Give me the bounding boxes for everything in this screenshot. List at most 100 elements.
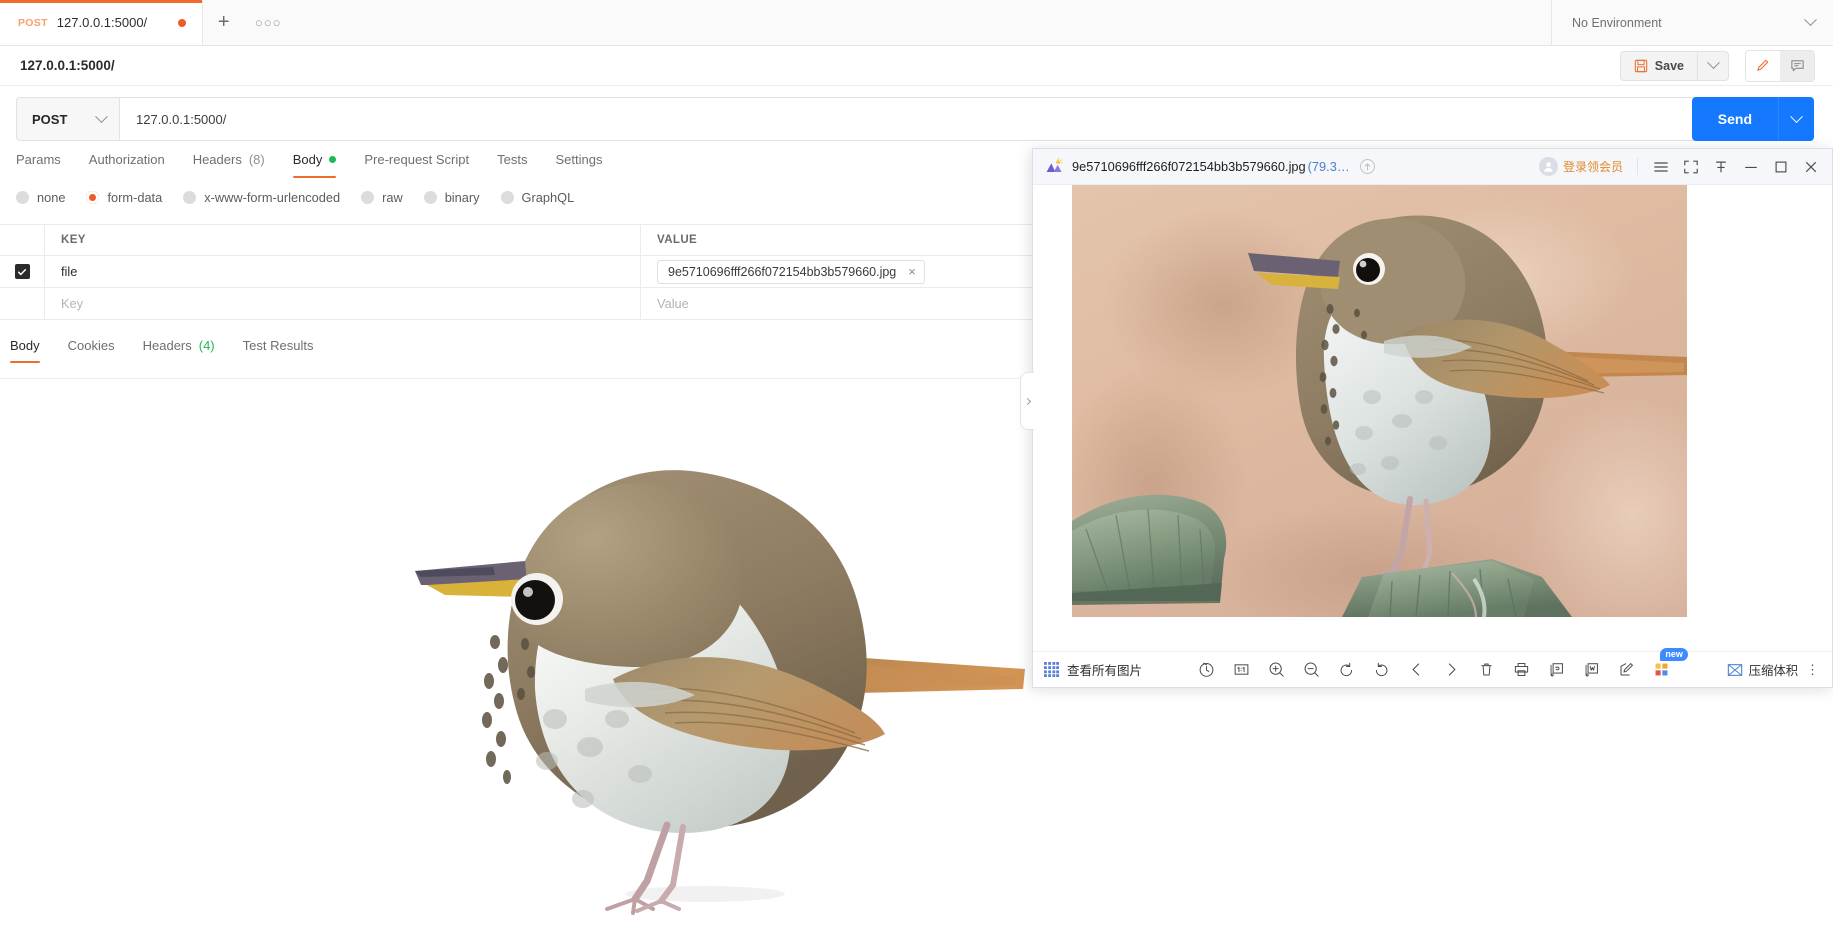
tab-tests[interactable]: Tests <box>483 152 541 178</box>
send-button[interactable]: Send <box>1691 97 1778 141</box>
maximize-icon <box>1775 161 1787 172</box>
panel-collapse-handle[interactable] <box>1020 372 1034 430</box>
new-badge: new <box>1660 647 1688 661</box>
next-image-button[interactable] <box>1439 657 1465 683</box>
viewer-filename: 9e5710696fff266f072154bb3b579660.jpg <box>1072 159 1306 174</box>
save-options-button[interactable] <box>1697 50 1729 81</box>
more-tools-button[interactable]: new <box>1649 647 1688 683</box>
row-key-cell-empty[interactable]: Key <box>45 288 641 319</box>
edit-mode-button[interactable] <box>1746 50 1780 81</box>
chevron-down-icon <box>1706 56 1720 70</box>
viewer-toolbar-right: 压缩体积 ⋮ <box>1727 661 1821 679</box>
row-checkbox[interactable] <box>14 264 30 279</box>
tab-label: Body <box>292 152 323 167</box>
cloud-upload-icon[interactable] <box>1359 158 1376 175</box>
rotate-right-button[interactable] <box>1369 657 1395 683</box>
slideshow-button[interactable] <box>1194 657 1220 683</box>
tab-options-icon[interactable]: ○○○ <box>245 0 291 45</box>
remove-file-icon[interactable]: × <box>908 265 916 278</box>
viewer-more-options-icon[interactable]: ⋮ <box>1804 662 1821 678</box>
unsaved-changes-dot <box>178 18 187 27</box>
rotate-clock-icon <box>1200 662 1214 677</box>
row-key-cell[interactable]: file <box>45 256 641 287</box>
actual-size-button[interactable] <box>1229 657 1255 683</box>
tab-pre-request-script[interactable]: Pre-request Script <box>350 152 483 178</box>
environment-selector[interactable]: No Environment <box>1551 0 1833 45</box>
body-type-none[interactable]: none <box>16 190 65 205</box>
body-present-dot <box>329 156 337 163</box>
viewer-fullscreen-button[interactable] <box>1676 152 1706 182</box>
pin-icon <box>1715 161 1727 172</box>
tab-label: Params <box>16 152 61 167</box>
send-options-button[interactable] <box>1778 97 1814 141</box>
tab-method-label: POST <box>18 16 48 29</box>
grid-icon <box>1044 662 1059 677</box>
chevron-down-icon <box>1790 109 1803 123</box>
new-tab-button[interactable]: + <box>203 0 245 45</box>
radio-label: binary <box>444 190 480 205</box>
zoom-in-button[interactable] <box>1264 657 1290 683</box>
view-all-images-button[interactable]: 查看所有图片 <box>1044 660 1142 679</box>
fullscreen-icon <box>1684 160 1698 173</box>
title-divider <box>1637 158 1638 175</box>
row-checkbox-cell-empty[interactable] <box>0 288 45 319</box>
comments-button[interactable] <box>1780 50 1814 81</box>
row-key-value: file <box>61 264 78 279</box>
radio-label: form-data <box>107 190 163 205</box>
file-chip[interactable]: 9e5710696fff266f072154bb3b579660.jpg × <box>657 259 925 284</box>
tab-body[interactable]: Body <box>279 152 351 178</box>
response-tab-test-results[interactable]: Test Results <box>229 338 328 363</box>
viewer-canvas[interactable] <box>1033 185 1832 651</box>
body-type-graphql[interactable]: GraphQL <box>500 190 574 205</box>
viewer-minimize-button[interactable] <box>1736 152 1766 182</box>
login-member-button[interactable]: 登录领会员 <box>1538 157 1623 176</box>
viewer-menu-button[interactable] <box>1646 152 1676 182</box>
url-input[interactable]: 127.0.0.1:5000/ <box>120 97 1716 141</box>
column-header-value: VALUE <box>657 234 698 246</box>
response-tab-headers[interactable]: Headers (4) <box>129 338 229 363</box>
app-logo-icon <box>1046 157 1063 173</box>
viewer-image-bird-on-post <box>1072 185 1687 617</box>
zoom-out-button[interactable] <box>1299 657 1325 683</box>
tab-strip-spacer <box>291 0 1551 45</box>
chevron-down-icon <box>95 109 108 123</box>
hamburger-menu-icon <box>1654 161 1668 172</box>
viewer-close-button[interactable] <box>1796 152 1826 182</box>
tab-label: Headers <box>192 152 242 167</box>
viewer-maximize-button[interactable] <box>1766 152 1796 182</box>
tab-params[interactable]: Params <box>16 152 75 178</box>
convert-to-word-button[interactable] <box>1579 657 1605 683</box>
radio-label: x-www-form-urlencoded <box>204 190 341 205</box>
body-type-raw[interactable]: raw <box>361 190 403 205</box>
response-tab-cookies[interactable]: Cookies <box>54 338 129 363</box>
http-method-value: POST <box>32 111 68 127</box>
body-type-form-data[interactable]: form-data <box>86 190 162 205</box>
tab-settings[interactable]: Settings <box>541 152 616 178</box>
rotate-left-icon <box>1340 662 1353 677</box>
tab-headers[interactable]: Headers (8) <box>179 152 279 178</box>
save-button[interactable]: Save <box>1619 50 1697 81</box>
rotate-right-icon <box>1376 662 1388 677</box>
body-type-binary[interactable]: binary <box>423 190 480 205</box>
response-image-bird <box>385 389 1025 929</box>
response-tabs: Body Cookies Headers (4) Test Results <box>10 338 327 363</box>
response-tab-body[interactable]: Body <box>10 338 54 363</box>
key-placeholder: Key <box>61 296 84 311</box>
rotate-left-button[interactable] <box>1334 657 1360 683</box>
row-checkbox-cell[interactable] <box>0 256 45 287</box>
compress-size-label: 压缩体积 <box>1748 663 1798 678</box>
viewer-toolbar: 查看所有图片 new 压缩体积 ⋮ <box>1033 647 1832 687</box>
previous-image-button[interactable] <box>1404 657 1430 683</box>
viewer-pin-button[interactable] <box>1706 152 1736 182</box>
request-tab-post-127001[interactable]: POST 127.0.0.1:5000/ <box>0 0 204 45</box>
pencil-icon <box>1756 59 1768 71</box>
delete-button[interactable] <box>1474 657 1500 683</box>
body-type-x-www-form-urlencoded[interactable]: x-www-form-urlencoded <box>183 190 340 205</box>
compress-size-button[interactable]: 压缩体积 <box>1727 661 1798 679</box>
login-member-label: 登录领会员 <box>1562 160 1623 174</box>
http-method-select[interactable]: POST <box>16 97 120 141</box>
convert-to-pdf-button[interactable] <box>1544 657 1570 683</box>
print-button[interactable] <box>1509 657 1535 683</box>
tab-authorization[interactable]: Authorization <box>75 152 179 178</box>
edit-image-button[interactable] <box>1614 657 1640 683</box>
